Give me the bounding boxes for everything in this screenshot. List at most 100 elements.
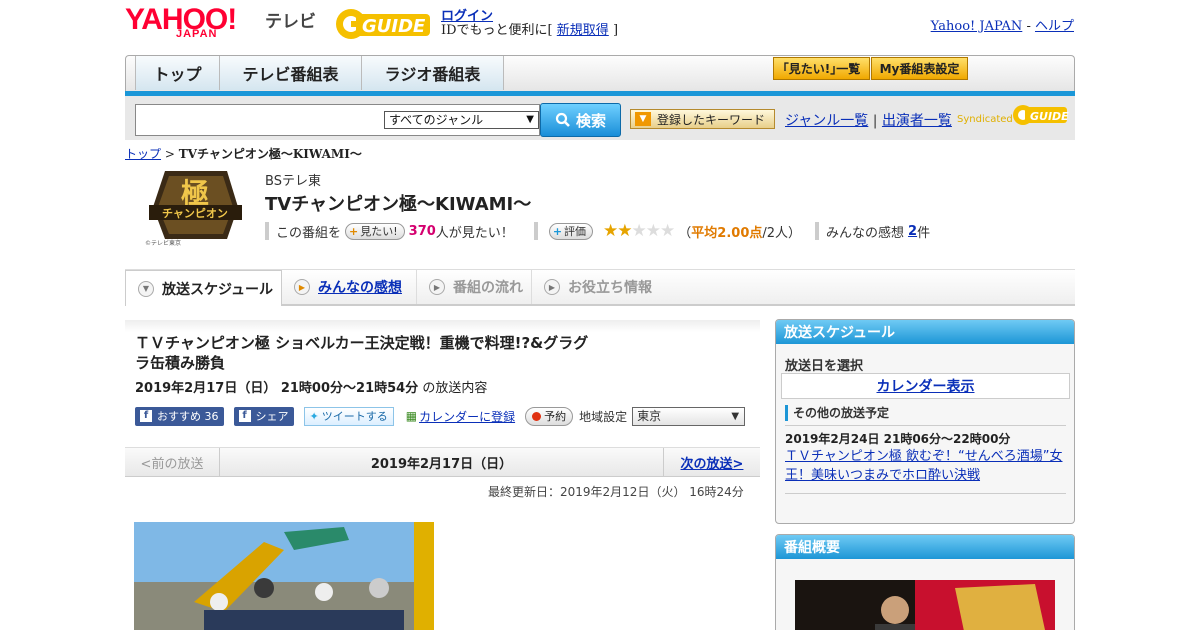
program-logo-copyright: ©テレビ東京: [145, 239, 181, 247]
nav-tab-tv-schedule[interactable]: テレビ番組表: [220, 56, 362, 90]
nav-tab-top[interactable]: トップ: [135, 56, 220, 90]
tab-program-flow[interactable]: ▶ 番組の流れ: [417, 270, 532, 304]
star-filled-icon: ★: [603, 221, 618, 241]
tab-reviews[interactable]: ▶ みんなの感想: [282, 270, 417, 304]
tab-label: お役立ち情報: [568, 280, 652, 296]
episode-title: ＴＶチャンピオン極 ショベルカー王決定戦！重機で料理!?&グラグラ缶積み勝負: [135, 334, 589, 372]
star-filled-icon: ★: [617, 221, 632, 241]
signup-link[interactable]: 新規取得: [557, 23, 609, 38]
mitai-suffix: 人が見たい！: [435, 225, 514, 241]
breadcrumb-separator: >: [164, 147, 175, 161]
rating-stars: ★★★★★: [603, 221, 675, 241]
section-tabs: ▼ 放送スケジュール ▶ みんなの感想 ▶ 番組の流れ ▶ お役立ち情報: [125, 269, 1075, 306]
reserve-label: 予約: [544, 410, 567, 423]
login-subtext: IDでもっと便利に[ 新規取得 ]: [441, 19, 618, 38]
other-broadcast-date: 2019年2月24日 21時06分～22時00分: [785, 432, 1011, 446]
tab-label: みんなの感想: [318, 280, 402, 296]
next-broadcast-button[interactable]: 次の放送>: [663, 448, 760, 477]
yahoo-japan-logo-text: JAPAN: [176, 28, 218, 40]
episode-date-suffix: の放送内容: [422, 381, 488, 396]
next-broadcast-link[interactable]: 次の放送>: [681, 453, 744, 472]
triangle-down-icon: ▼: [635, 112, 651, 126]
genre-links: ジャンル一覧 | 出演者一覧: [785, 110, 952, 130]
rating-average: 平均2.00点: [691, 225, 763, 241]
program-logo: 極 チャンピオン ©テレビ東京: [145, 171, 242, 247]
dropdown-arrow-icon: ▼: [526, 114, 534, 125]
rating-button[interactable]: + 評価: [548, 222, 594, 240]
plus-icon: +: [552, 224, 563, 238]
registered-keyword-label: 登録したキーワード: [657, 112, 766, 127]
reviews-label: みんなの感想: [826, 225, 905, 241]
nav-tab-radio-schedule[interactable]: ラジオ番組表: [362, 56, 504, 90]
summary-sidebar-box: 番組概要: [775, 534, 1075, 630]
tab-label: 番組の流れ: [453, 280, 523, 296]
syndicated-gguide-text: GUIDE: [1030, 110, 1069, 123]
gguide-logo-text: GUIDE: [362, 16, 426, 37]
main-nav: トップ テレビ番組表 ラジオ番組表 ｢見たい!｣一覧 My番組表設定: [125, 55, 1075, 95]
tv-logo-text[interactable]: テレビ: [265, 7, 316, 32]
record-dot-icon: [532, 411, 542, 421]
chevron-right-icon: ▶: [429, 279, 445, 295]
facebook-recommend-button[interactable]: f おすすめ 36: [135, 406, 224, 426]
other-broadcast-link[interactable]: ＴＶチャンピオン極 飲むぞ！“せんべろ酒場”女王！美味いつまみでホロ酔い決戦: [785, 447, 1070, 485]
reviews-count-link[interactable]: 2: [908, 224, 917, 239]
fb-recommend-label: おすすめ: [157, 410, 201, 423]
login-sub-text: IDでもっと便利に[: [441, 23, 553, 38]
yahoo-japan-link[interactable]: Yahoo! JAPAN: [931, 19, 1023, 34]
registered-keyword-button[interactable]: ▼ 登録したキーワード: [630, 109, 775, 129]
genre-list-link[interactable]: ジャンル一覧: [785, 113, 868, 129]
reviews-suffix: 件: [917, 225, 931, 241]
meta-divider: [533, 222, 538, 240]
help-link[interactable]: ヘルプ: [1035, 19, 1074, 34]
twitter-bird-icon: ✦: [309, 409, 319, 423]
meta-divider: [815, 222, 820, 240]
search-button-label: 検索: [575, 111, 606, 130]
current-broadcast-date: 2019年2月17日（日）: [370, 457, 513, 472]
episode-date: 2019年2月17日（日） 21時00分～21時54分 の放送内容: [135, 377, 487, 396]
fb-share-label: シェア: [255, 410, 289, 423]
breadcrumb-top-link[interactable]: トップ: [125, 147, 161, 161]
genre-select[interactable]: すべてのジャンル ▼: [384, 111, 539, 129]
tab-useful-info[interactable]: ▶ お役立ち情報: [532, 270, 662, 304]
episode-photo: [134, 522, 434, 630]
syndicated-gguide-logo: Syndicated GUIDE: [957, 105, 1069, 125]
chevron-right-icon: ▶: [294, 279, 310, 295]
login-sub-end: ]: [612, 23, 619, 38]
share-row: f おすすめ 36 f シェア ✦ ツイートする ▦ カレンダーに登録 予約 地域設定…: [135, 405, 746, 427]
top-right-links: Yahoo! JAPAN - ヘルプ: [931, 15, 1074, 34]
top-right-separator: -: [1026, 19, 1031, 34]
search-button[interactable]: 検索: [540, 103, 621, 137]
tweet-button[interactable]: ✦ ツイートする: [303, 406, 394, 426]
breadcrumb: トップ > TVチャンピオン極～KIWAMI～: [125, 145, 362, 162]
calendar-add-icon: ▦: [405, 409, 418, 423]
dropdown-arrow-icon: ▼: [731, 410, 740, 422]
mitai-list-button[interactable]: ｢見たい!｣一覧: [773, 57, 870, 80]
program-title: TVチャンピオン極～KIWAMI～: [265, 194, 532, 215]
tweet-label: ツイートする: [321, 410, 388, 423]
calendar-view-link[interactable]: カレンダー表示: [781, 373, 1070, 399]
facebook-icon: f: [140, 410, 152, 422]
program-meta-row: この番組を + 見たい! 370 人が見たい！ + 評価 ★★★★★ （ 平均2.0…: [265, 221, 930, 241]
tab-broadcast-schedule[interactable]: ▼ 放送スケジュール: [125, 270, 282, 306]
region-select[interactable]: 東京 ▼: [632, 406, 746, 426]
previous-broadcast-button[interactable]: <前の放送: [125, 448, 220, 477]
mitai-button[interactable]: + 見たい!: [345, 222, 405, 240]
rating-average-suffix: /2人）: [762, 225, 802, 241]
facebook-share-button[interactable]: f シェア: [233, 406, 294, 426]
other-schedule-label: その他の放送予定: [785, 405, 889, 421]
syndicated-text: Syndicated: [957, 114, 1013, 125]
facebook-icon: f: [238, 410, 251, 422]
episode-date-value: 2019年2月17日（日） 21時00分～21時54分: [135, 381, 419, 396]
performer-list-link[interactable]: 出演者一覧: [882, 113, 952, 129]
mitai-button-label: 見たい!: [360, 225, 398, 238]
genre-links-divider: |: [872, 113, 878, 129]
tab-label: 放送スケジュール: [162, 281, 274, 298]
gguide-logo[interactable]: GUIDE: [334, 6, 434, 42]
select-date-label: 放送日を選択: [785, 359, 864, 374]
rating-open-paren: （: [678, 225, 692, 241]
last-updated: 最終更新日：2019年2月12日（火） 16時24分: [488, 485, 744, 499]
my-schedule-settings-button[interactable]: My番組表設定: [871, 57, 968, 80]
this-program-label: この番組を: [276, 225, 342, 241]
add-to-calendar-link[interactable]: カレンダーに登録: [419, 408, 515, 425]
reserve-button[interactable]: 予約: [525, 406, 574, 426]
